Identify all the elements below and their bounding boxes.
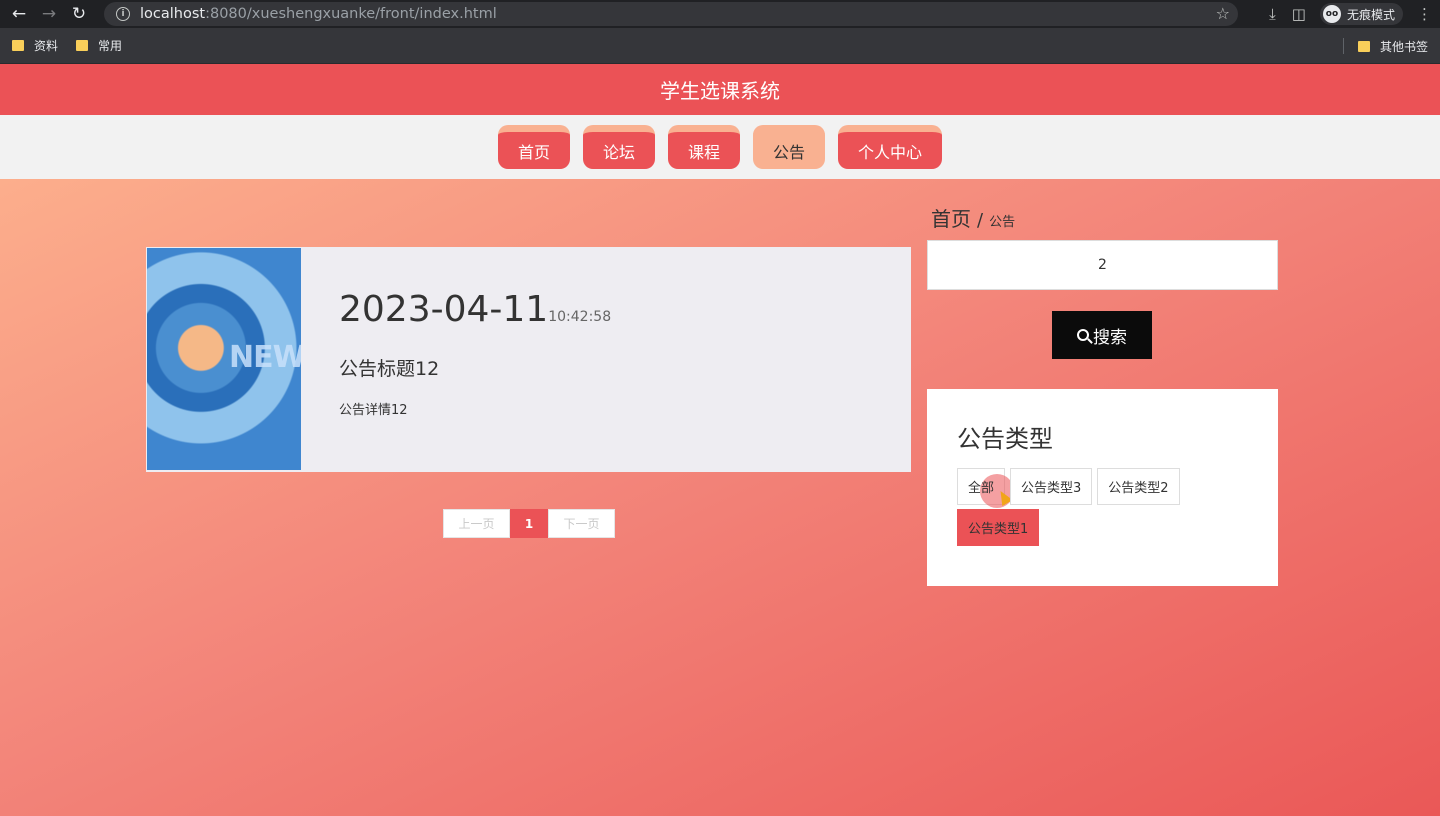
info-icon[interactable]: i (116, 7, 130, 21)
back-icon[interactable]: ← (8, 3, 30, 25)
forward-icon[interactable]: → (38, 3, 60, 25)
download-icon[interactable]: ⤓ (1269, 5, 1276, 23)
breadcrumb-current: 公告 (989, 215, 1016, 230)
breadcrumb: 首页 / 公告 (931, 203, 1015, 232)
site-title: 学生选课系统 (660, 79, 780, 103)
browser-toolbar: ← → ↻ i localhost:8080/xueshengxuanke/fr… (0, 0, 1440, 28)
notice-detail: 公告详情12 (339, 403, 408, 418)
notice-date: 2023-04-11 (339, 289, 549, 330)
notice-types-panel: 公告类型 全部 公告类型3 公告类型2 公告类型1 (927, 389, 1278, 586)
nav-item-home[interactable]: 首页 (498, 125, 570, 169)
url-path: :8080/xueshengxuanke/front/index.html (205, 6, 497, 22)
nav-item-forum[interactable]: 论坛 (583, 125, 655, 169)
notice-card[interactable]: NEWS 2023-04-1110:42:58 公告标题12 公告详情12 (146, 247, 911, 472)
folder-icon (12, 40, 24, 51)
notice-body: 2023-04-11 10:42:58 公告标题12 公告详情12 (301, 247, 611, 472)
type-tag-3[interactable]: 公告类型3 (1010, 468, 1093, 505)
bookmark-folder-ziliao[interactable]: 资料 (12, 37, 58, 54)
bookmark-folder-changyong[interactable]: 常用 (76, 37, 122, 54)
notice-title: 公告标题12 (339, 358, 440, 380)
folder-icon (76, 40, 89, 51)
main-content: NEWS 2023-04-1110:42:58 公告标题12 公告详情12 上一… (0, 179, 1440, 816)
site-header: 学生选课系统 (0, 64, 1440, 115)
bookmark-star-icon[interactable]: ☆ (1216, 4, 1230, 23)
type-tag-label: 全部 (968, 481, 995, 496)
notice-thumbnail: NEWS (147, 248, 301, 470)
bookmark-label: 其他书签 (1379, 39, 1428, 54)
bookmark-divider (1342, 38, 1344, 54)
types-title: 公告类型 (957, 425, 1053, 453)
search-button[interactable]: 搜索 (1052, 311, 1152, 359)
type-tag-1[interactable]: 公告类型1 (957, 509, 1040, 546)
bookmark-label: 常用 (98, 39, 123, 53)
url-host: localhost (140, 6, 206, 22)
search-button-label: 搜索 (1093, 327, 1127, 348)
page-number-button[interactable]: 1 (510, 509, 548, 538)
bookmark-folder-other[interactable]: 其他书签 (1357, 38, 1428, 55)
incognito-label: 无痕模式 (1346, 7, 1395, 22)
search-icon (1077, 329, 1089, 341)
search-input[interactable] (927, 240, 1278, 290)
notice-time: 10:42:58 (548, 309, 612, 325)
folder-icon (1357, 40, 1370, 52)
next-page-button[interactable]: 下一页 (548, 509, 615, 538)
breadcrumb-home[interactable]: 首页 (931, 203, 971, 232)
prev-page-button[interactable]: 上一页 (443, 509, 510, 538)
thumbnail-text: NEWS (229, 340, 301, 375)
bookmarks-bar: 资料 常用 其他书签 (0, 28, 1440, 64)
pagination: 上一页 1 下一页 (443, 509, 615, 538)
incognito-icon: oo (1322, 5, 1341, 23)
nav-item-profile[interactable]: 个人中心 (838, 125, 942, 169)
types-list: 全部 公告类型3 公告类型2 公告类型1 (957, 468, 1257, 550)
bookmark-label: 资料 (34, 39, 59, 53)
nav-item-courses[interactable]: 课程 (668, 125, 740, 169)
side-panel-icon[interactable]: ◫ (1292, 5, 1306, 23)
breadcrumb-separator: / (977, 210, 984, 231)
reload-icon[interactable]: ↻ (68, 3, 90, 25)
type-tag-2[interactable]: 公告类型2 (1097, 468, 1180, 505)
incognito-badge[interactable]: oo 无痕模式 (1319, 3, 1403, 25)
more-menu-icon[interactable]: ⋮ (1417, 5, 1432, 23)
address-bar[interactable]: i localhost:8080/xueshengxuanke/front/in… (104, 2, 1238, 26)
main-nav: 首页 论坛 课程 公告 个人中心 (0, 115, 1440, 179)
type-tag-all[interactable]: 全部 (957, 468, 1014, 508)
notice-date-line: 2023-04-11 10:42:58 (339, 289, 611, 330)
nav-item-notices[interactable]: 公告 (753, 125, 825, 169)
